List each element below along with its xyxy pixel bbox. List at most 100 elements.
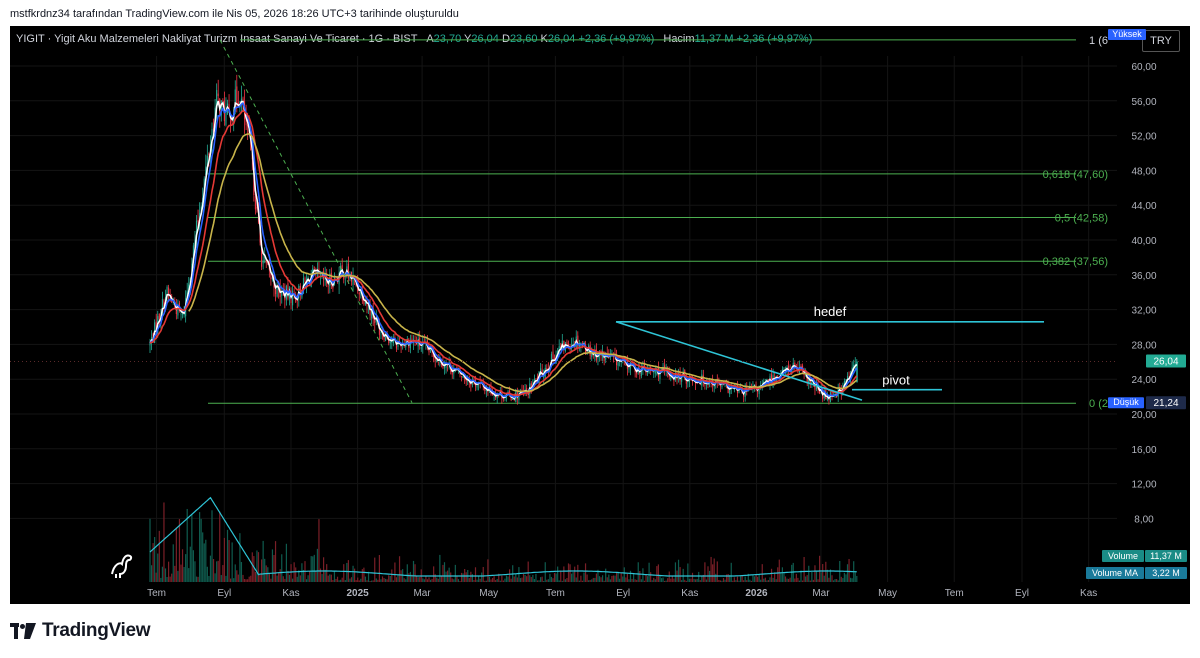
x-tick-label: Kas <box>1080 588 1097 599</box>
volume-bar <box>470 571 472 582</box>
volume-bar <box>243 578 246 582</box>
volume-bar <box>681 580 683 582</box>
volume-bar <box>443 562 446 582</box>
volume-bar <box>626 573 628 582</box>
volume-bar <box>462 573 464 582</box>
volume-bar <box>685 580 687 582</box>
volume-bar <box>366 580 368 582</box>
volume-bar <box>752 574 754 582</box>
volume-bar <box>538 580 540 582</box>
volume-bar <box>460 572 463 582</box>
candle-body <box>313 266 315 268</box>
volume-bar <box>484 580 486 582</box>
volume-bar <box>797 577 799 582</box>
volume-bar <box>397 575 399 582</box>
volume-bar <box>648 562 650 582</box>
candle-body <box>182 313 184 315</box>
volume-bar <box>586 574 588 582</box>
volume-bar <box>433 566 435 582</box>
volume-bar <box>739 575 742 582</box>
volume-bar <box>163 502 165 582</box>
volume-bar <box>313 554 315 582</box>
volume-bar <box>230 578 232 582</box>
volume-bar <box>471 574 473 582</box>
volume-bar <box>654 579 656 582</box>
volume-bar <box>832 580 835 582</box>
volume-bar <box>344 580 346 582</box>
candle-body <box>197 219 199 222</box>
x-tick-label: Eyl <box>616 588 630 599</box>
volume-bar <box>749 579 751 582</box>
volume-bar <box>299 575 301 582</box>
volume-bar <box>206 566 208 582</box>
volume-bar <box>529 575 531 582</box>
volume-bar <box>770 568 773 582</box>
volume-bar <box>608 574 610 582</box>
candle-body <box>443 366 446 369</box>
volume-bar <box>696 578 698 582</box>
volume-bar <box>445 571 447 582</box>
volume-value-tag: 11,37 M <box>1145 550 1187 562</box>
volume-bar <box>329 574 331 582</box>
volume-bar <box>488 576 491 582</box>
volume-bar <box>473 580 475 582</box>
volume-bar <box>437 578 439 582</box>
x-tick-label: Kas <box>282 588 299 599</box>
chart-frame[interactable]: YIGIT · Yigit Aku Malzemeleri Nakliyat T… <box>10 26 1190 604</box>
volume-bar <box>809 580 811 582</box>
volume-bar <box>257 552 260 582</box>
x-tick-label: 2025 <box>346 588 369 599</box>
volume-bar <box>301 563 303 582</box>
volume-bar <box>758 574 760 582</box>
fib-label: 0,5 (42,58) <box>1055 213 1108 225</box>
volume-bar <box>831 575 833 582</box>
volume-bar <box>536 580 539 582</box>
brand-logo[interactable]: TradingView <box>10 620 151 642</box>
moving-averages-layer <box>149 100 858 400</box>
volume-bar <box>755 575 757 582</box>
volume-bar <box>436 577 438 582</box>
volume-bar <box>231 542 233 582</box>
volume-bar <box>693 578 695 582</box>
volume-bar <box>640 579 642 582</box>
volume-bar <box>643 580 646 582</box>
volume-bar <box>502 580 504 582</box>
volume-bar <box>172 544 174 582</box>
volume-bar <box>217 560 219 582</box>
volume-bar <box>743 580 745 582</box>
volume-bar <box>581 580 584 582</box>
volume-bar <box>220 575 222 582</box>
volume-bar <box>761 564 763 582</box>
volume-bar <box>330 574 332 582</box>
volume-bar <box>595 573 597 582</box>
volume-bar <box>555 573 557 582</box>
low-price-tag: 21,24 <box>1146 396 1186 410</box>
volume-bar <box>414 564 416 582</box>
volume-bar <box>625 577 627 582</box>
volume-bar <box>578 580 580 582</box>
volume-layer <box>149 496 858 582</box>
volume-bar <box>547 579 549 582</box>
volume-bar <box>699 580 701 582</box>
volume-bar <box>251 552 253 582</box>
volume-bar <box>305 579 308 582</box>
volume-bar <box>478 576 480 582</box>
volume-bar <box>181 549 184 582</box>
volume-bar <box>620 573 622 582</box>
volume-bar <box>364 576 367 582</box>
volume-bar <box>834 579 836 582</box>
volume-bar <box>321 574 323 582</box>
volume-bar <box>842 578 844 582</box>
downtrend-dashed-line <box>219 39 413 403</box>
volume-ma-value-tag-text: 3,22 M <box>1152 568 1180 578</box>
volume-bar <box>662 577 664 582</box>
price-chart[interactable]: 1 (6 0,618 (47,60) 0,5 (42,58) 0,382 (37,56… <box>10 26 1190 604</box>
volume-bar <box>459 580 461 582</box>
volume-bar <box>786 578 788 582</box>
brand-name: TradingView <box>42 620 151 641</box>
volume-bar <box>505 575 508 582</box>
volume-bar <box>282 576 284 582</box>
volume-bar <box>214 573 216 582</box>
candle-body <box>572 343 574 345</box>
volume-bar <box>541 576 543 582</box>
